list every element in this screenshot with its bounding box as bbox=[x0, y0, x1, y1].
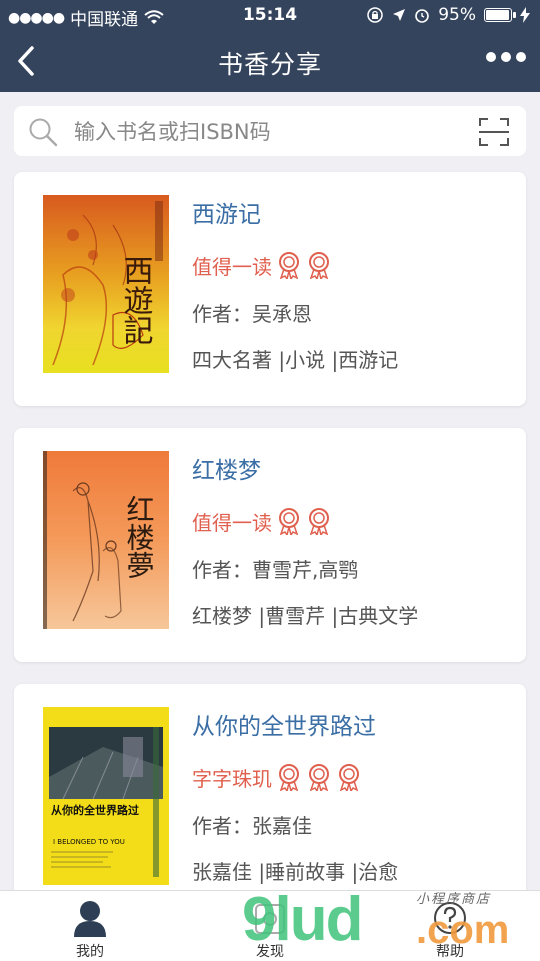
tab-label: 发现 bbox=[256, 944, 284, 960]
battery-icon bbox=[484, 8, 516, 22]
tab-label: 我的 bbox=[76, 944, 104, 960]
book-cover-image[interactable]: 西遊記 bbox=[43, 195, 169, 373]
svg-text:红楼夢: 红楼夢 bbox=[123, 495, 156, 579]
page-title: 书香分享 bbox=[217, 50, 322, 79]
scan-icon[interactable] bbox=[478, 116, 510, 148]
book-info: 红楼梦 值得一读 作者：曹雪芹,高鹗 红楼梦 |曹雪芹 |古典文学 bbox=[192, 456, 516, 630]
book-rating: 值得一读 bbox=[192, 506, 516, 536]
book-rating: 字字珠玑 bbox=[192, 762, 516, 792]
discover-icon bbox=[255, 904, 285, 934]
book-author: 作者：曹雪芹,高鹗 bbox=[192, 558, 359, 582]
location-icon bbox=[393, 9, 406, 21]
rating-text: 值得一读 bbox=[192, 254, 272, 279]
book-title[interactable]: 红楼梦 bbox=[192, 456, 516, 486]
book-title[interactable]: 西游记 bbox=[192, 200, 516, 230]
book-info: 从你的全世界路过 字字珠玑 作者：张嘉佳 张嘉佳 |睡前故事 |治愈 bbox=[192, 712, 516, 886]
tab-help[interactable]: 帮助 bbox=[360, 891, 540, 961]
cover-illustration: 红楼夢 bbox=[43, 451, 156, 629]
award-icon bbox=[309, 252, 329, 279]
svg-text:西遊記: 西遊記 bbox=[118, 255, 153, 345]
award-icon bbox=[279, 252, 299, 279]
help-icon bbox=[434, 902, 466, 934]
book-card[interactable]: 从你的全世界路过 I BELONGED TO YOU 从你的全世界路过 字字珠玑… bbox=[14, 684, 526, 918]
more-options-icon[interactable] bbox=[486, 52, 526, 62]
tab-discover[interactable]: 发现 bbox=[180, 891, 360, 961]
tab-bar: 我的 发现 帮助 bbox=[0, 890, 540, 961]
book-tags: 红楼梦 |曹雪芹 |古典文学 bbox=[192, 604, 419, 628]
book-tags: 张嘉佳 |睡前故事 |治愈 bbox=[192, 860, 399, 884]
book-cover-image[interactable]: 红楼夢 bbox=[43, 451, 169, 629]
award-icon bbox=[309, 764, 329, 791]
svg-text:从你的全世界路过: 从你的全世界路过 bbox=[51, 803, 139, 817]
charging-icon bbox=[520, 7, 530, 23]
cover-illustration: 从你的全世界路过 I BELONGED TO YOU bbox=[49, 727, 163, 877]
book-author: 作者：张嘉佳 bbox=[192, 814, 312, 838]
search-icon bbox=[29, 118, 58, 147]
book-author: 作者：吴承恩 bbox=[192, 302, 312, 326]
nav-bar: 书香分享 bbox=[0, 30, 540, 92]
book-info: 西游记 值得一读 作者：吴承恩 四大名著 |小说 |西游记 bbox=[192, 200, 516, 374]
tab-mine[interactable]: 我的 bbox=[0, 891, 180, 961]
book-card[interactable]: 红楼夢 红楼梦 值得一读 作者：曹雪芹,高鹗 红楼梦 |曹雪芹 |古典文学 bbox=[14, 428, 526, 662]
user-icon bbox=[74, 901, 106, 937]
search-bar[interactable] bbox=[14, 106, 526, 156]
search-input[interactable] bbox=[72, 116, 466, 148]
cover-illustration: 西遊記 bbox=[52, 201, 163, 366]
rotation-lock-icon bbox=[367, 7, 383, 23]
award-icon bbox=[339, 764, 359, 791]
rating-text: 值得一读 bbox=[192, 510, 272, 535]
book-title[interactable]: 从你的全世界路过 bbox=[192, 712, 516, 742]
book-tags: 四大名著 |小说 |西游记 bbox=[192, 348, 399, 372]
book-cover-image[interactable]: 从你的全世界路过 I BELONGED TO YOU bbox=[43, 707, 169, 885]
award-icon bbox=[309, 508, 329, 535]
award-icon bbox=[279, 508, 299, 535]
rating-text: 字字珠玑 bbox=[192, 766, 272, 791]
battery-percent: 95% bbox=[438, 5, 476, 25]
book-card[interactable]: 西遊記 西游记 值得一读 作者：吴承恩 四大名著 |小说 |西游记 bbox=[14, 172, 526, 406]
alarm-icon bbox=[415, 9, 430, 23]
svg-text:I BELONGED TO YOU: I BELONGED TO YOU bbox=[53, 838, 125, 846]
status-bar: ●●●●● 中国联通 15:14 95% bbox=[0, 0, 540, 30]
book-rating: 值得一读 bbox=[192, 250, 516, 280]
tab-label: 帮助 bbox=[436, 944, 464, 960]
status-right: 95% bbox=[366, 5, 530, 25]
award-icon bbox=[279, 764, 299, 791]
